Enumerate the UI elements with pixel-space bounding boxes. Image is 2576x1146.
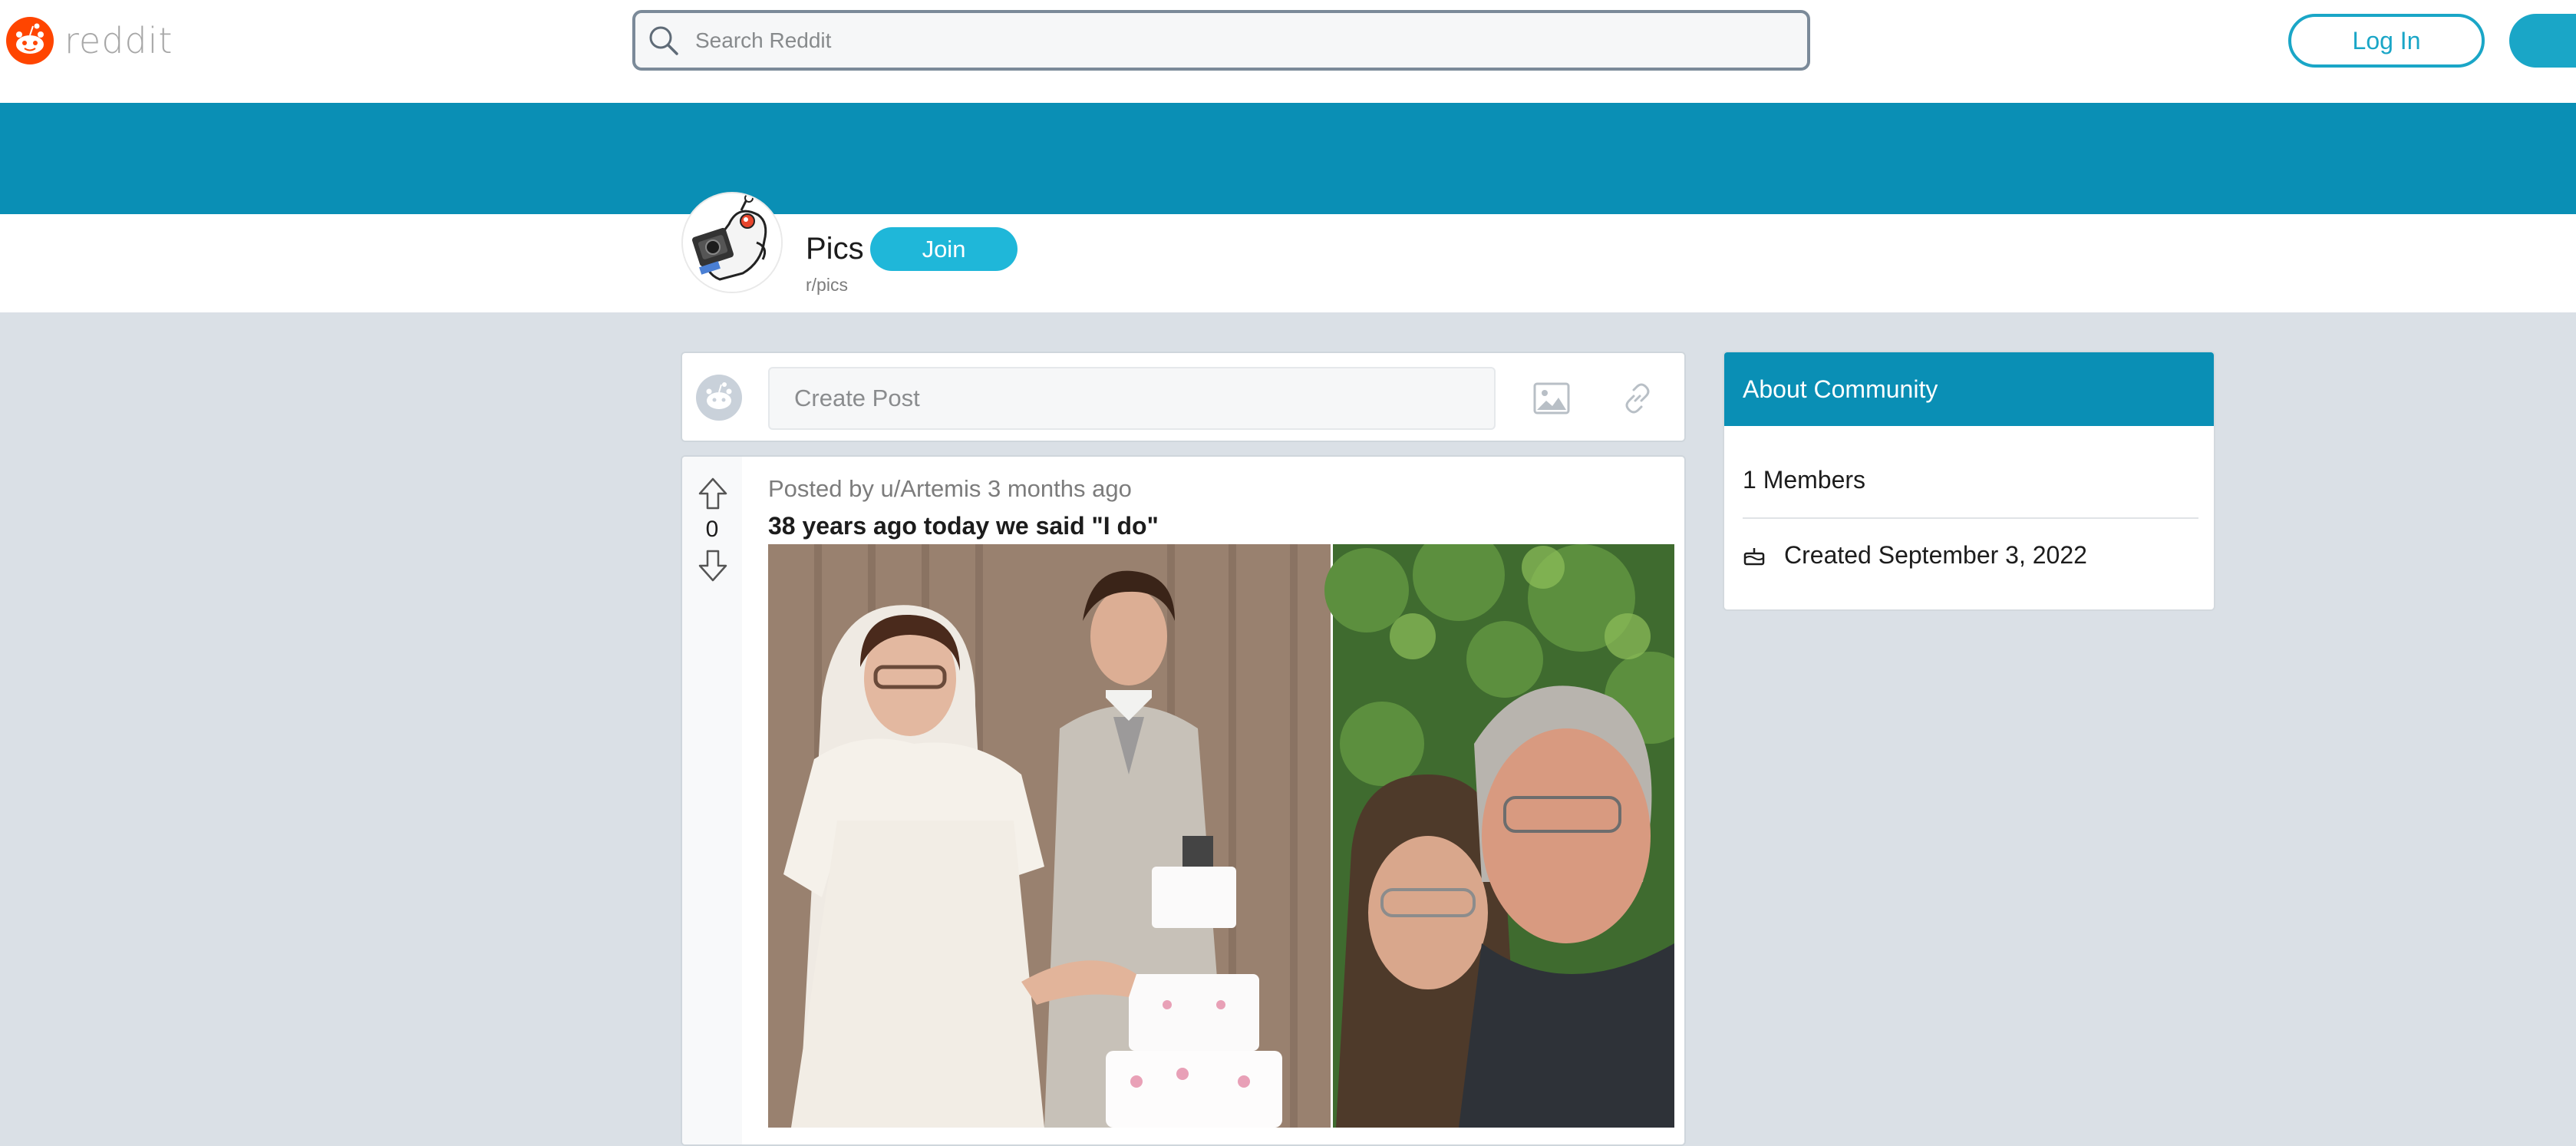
cake-icon [1743,547,1765,565]
created-date: Created September 3, 2022 [1784,541,2087,569]
search-icon [649,26,678,55]
search-bar[interactable] [632,10,1810,71]
signup-button[interactable] [2509,14,2576,68]
vote-count: 0 [705,517,719,542]
create-post-bar: Create Post [681,352,1686,442]
join-button[interactable]: Join [870,227,1018,271]
subreddit-header [0,214,2576,312]
link-icon[interactable] [1620,381,1655,416]
post-meta: Posted by u/Artemis 3 months ago [768,475,1132,502]
reddit-wordmark: reddit [64,20,173,61]
subreddit-avatar [681,192,783,293]
image-icon[interactable] [1532,381,1571,416]
reddit-snoo-icon [6,17,54,64]
upvote-arrow-icon[interactable] [698,477,728,510]
user-avatar [696,375,742,421]
post-image[interactable] [768,544,1674,1128]
member-count: 1 Members [1743,466,1866,494]
divider [1743,517,2198,519]
post-title[interactable]: 38 years ago today we said "I do" [768,512,1159,540]
downvote-arrow-icon[interactable] [698,549,728,583]
login-button[interactable]: Log In [2288,14,2485,68]
vote-column: 0 [682,457,742,1144]
subreddit-banner [0,103,2576,214]
subreddit-name: r/pics [806,275,848,295]
about-community-heading: About Community [1724,352,2214,426]
about-community-card: About Community 1 Members Created Septem… [1723,351,2215,611]
create-post-input[interactable]: Create Post [768,367,1496,430]
subreddit-title: Pics [806,232,864,266]
created-date-row: Created September 3, 2022 [1743,541,2087,570]
search-input[interactable] [695,28,1693,53]
post-card[interactable]: 0 Posted by u/Artemis 3 months ago 38 ye… [681,455,1686,1146]
top-navigation-bar: reddit Log In [0,0,2576,103]
reddit-logo[interactable]: reddit [6,17,173,64]
